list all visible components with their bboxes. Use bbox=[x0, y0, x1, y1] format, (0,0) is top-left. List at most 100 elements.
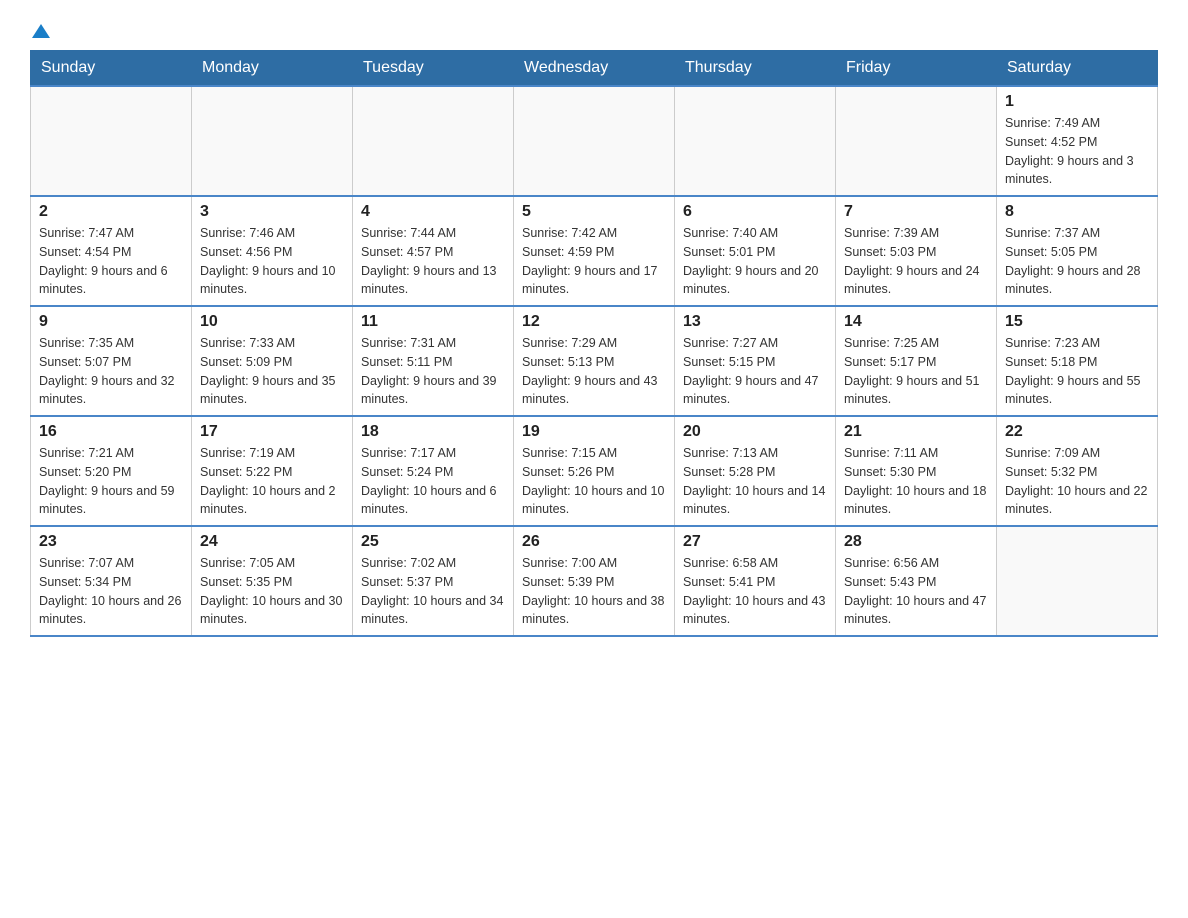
day-info-line: Sunset: 5:07 PM bbox=[39, 353, 183, 372]
day-info-line: Daylight: 10 hours and 43 minutes. bbox=[683, 592, 827, 630]
day-info-line: Sunset: 5:26 PM bbox=[522, 463, 666, 482]
calendar-week-row: 16Sunrise: 7:21 AMSunset: 5:20 PMDayligh… bbox=[31, 416, 1158, 526]
day-info-line: Sunset: 5:35 PM bbox=[200, 573, 344, 592]
day-number: 16 bbox=[39, 423, 183, 441]
day-info-line: Sunrise: 7:17 AM bbox=[361, 444, 505, 463]
day-info-line: Daylight: 9 hours and 28 minutes. bbox=[1005, 262, 1149, 300]
day-number: 25 bbox=[361, 533, 505, 551]
day-info-line: Daylight: 10 hours and 18 minutes. bbox=[844, 482, 988, 520]
calendar-cell: 15Sunrise: 7:23 AMSunset: 5:18 PMDayligh… bbox=[997, 306, 1158, 416]
day-info-line: Sunrise: 7:29 AM bbox=[522, 334, 666, 353]
day-info-line: Sunset: 4:52 PM bbox=[1005, 133, 1149, 152]
day-info-line: Sunrise: 7:07 AM bbox=[39, 554, 183, 573]
day-info-line: Daylight: 9 hours and 55 minutes. bbox=[1005, 372, 1149, 410]
calendar-cell: 22Sunrise: 7:09 AMSunset: 5:32 PMDayligh… bbox=[997, 416, 1158, 526]
day-info-line: Daylight: 9 hours and 24 minutes. bbox=[844, 262, 988, 300]
day-info-line: Daylight: 9 hours and 13 minutes. bbox=[361, 262, 505, 300]
day-number: 22 bbox=[1005, 423, 1149, 441]
logo bbox=[30, 20, 50, 40]
day-info-line: Daylight: 10 hours and 30 minutes. bbox=[200, 592, 344, 630]
day-info-line: Sunset: 5:34 PM bbox=[39, 573, 183, 592]
calendar-cell: 24 Sunrise: 7:05 AMSunset: 5:35 PMDayligh… bbox=[192, 526, 353, 636]
day-info-line: Sunset: 5:22 PM bbox=[200, 463, 344, 482]
calendar-cell: 18 Sunrise: 7:17 AMSunset: 5:24 PMDayligh… bbox=[353, 416, 514, 526]
day-info-line: Sunset: 5:41 PM bbox=[683, 573, 827, 592]
day-info-line: Sunrise: 7:46 AM bbox=[200, 224, 344, 243]
day-info-line: Sunset: 4:57 PM bbox=[361, 243, 505, 262]
day-info-line: Daylight: 10 hours and 2 minutes. bbox=[200, 482, 344, 520]
calendar-cell: 1Sunrise: 7:49 AMSunset: 4:52 PMDaylight… bbox=[997, 86, 1158, 196]
day-info-line: Daylight: 9 hours and 17 minutes. bbox=[522, 262, 666, 300]
day-info-line: Daylight: 9 hours and 10 minutes. bbox=[200, 262, 344, 300]
calendar-cell bbox=[836, 86, 997, 196]
calendar-cell bbox=[31, 86, 192, 196]
calendar-header-saturday: Saturday bbox=[997, 51, 1158, 87]
day-info-line: Sunrise: 6:56 AM bbox=[844, 554, 988, 573]
calendar-cell: 11Sunrise: 7:31 AMSunset: 5:11 PMDayligh… bbox=[353, 306, 514, 416]
calendar-cell: 4Sunrise: 7:44 AMSunset: 4:57 PMDaylight… bbox=[353, 196, 514, 306]
calendar-cell: 26Sunrise: 7:00 AMSunset: 5:39 PMDayligh… bbox=[514, 526, 675, 636]
day-info-line: Sunset: 4:56 PM bbox=[200, 243, 344, 262]
calendar-header-row: SundayMondayTuesdayWednesdayThursdayFrid… bbox=[31, 51, 1158, 87]
day-info-line: Sunrise: 7:39 AM bbox=[844, 224, 988, 243]
day-info-line: Sunset: 5:24 PM bbox=[361, 463, 505, 482]
day-info-line: Sunrise: 7:19 AM bbox=[200, 444, 344, 463]
day-number: 14 bbox=[844, 313, 988, 331]
day-info-line: Sunset: 4:54 PM bbox=[39, 243, 183, 262]
day-number: 11 bbox=[361, 313, 505, 331]
day-info-line: Sunset: 5:05 PM bbox=[1005, 243, 1149, 262]
day-info-line: Sunset: 5:30 PM bbox=[844, 463, 988, 482]
day-info-line: Daylight: 9 hours and 6 minutes. bbox=[39, 262, 183, 300]
day-info-line: Sunrise: 6:58 AM bbox=[683, 554, 827, 573]
day-number: 8 bbox=[1005, 203, 1149, 221]
day-info-line: Sunrise: 7:05 AM bbox=[200, 554, 344, 573]
calendar-header-tuesday: Tuesday bbox=[353, 51, 514, 87]
day-info-line: Daylight: 10 hours and 38 minutes. bbox=[522, 592, 666, 630]
day-info-line: Sunset: 5:15 PM bbox=[683, 353, 827, 372]
day-number: 4 bbox=[361, 203, 505, 221]
calendar-cell bbox=[997, 526, 1158, 636]
day-number: 24 bbox=[200, 533, 344, 551]
day-number: 3 bbox=[200, 203, 344, 221]
calendar-cell: 7Sunrise: 7:39 AMSunset: 5:03 PMDaylight… bbox=[836, 196, 997, 306]
day-number: 18 bbox=[361, 423, 505, 441]
calendar-cell: 27Sunrise: 6:58 AMSunset: 5:41 PMDayligh… bbox=[675, 526, 836, 636]
day-info-line: Daylight: 9 hours and 51 minutes. bbox=[844, 372, 988, 410]
day-info-line: Sunset: 4:59 PM bbox=[522, 243, 666, 262]
page-header bbox=[30, 20, 1158, 40]
day-info-line: Daylight: 9 hours and 3 minutes. bbox=[1005, 152, 1149, 190]
day-info-line: Sunrise: 7:15 AM bbox=[522, 444, 666, 463]
day-info-line: Sunrise: 7:27 AM bbox=[683, 334, 827, 353]
calendar-header-sunday: Sunday bbox=[31, 51, 192, 87]
calendar-cell: 25Sunrise: 7:02 AMSunset: 5:37 PMDayligh… bbox=[353, 526, 514, 636]
calendar-cell: 8 Sunrise: 7:37 AMSunset: 5:05 PMDaylight… bbox=[997, 196, 1158, 306]
calendar-cell: 19Sunrise: 7:15 AMSunset: 5:26 PMDayligh… bbox=[514, 416, 675, 526]
day-info-line: Sunrise: 7:21 AM bbox=[39, 444, 183, 463]
day-number: 5 bbox=[522, 203, 666, 221]
day-info-line: Sunrise: 7:09 AM bbox=[1005, 444, 1149, 463]
day-number: 21 bbox=[844, 423, 988, 441]
calendar-cell: 28Sunrise: 6:56 AMSunset: 5:43 PMDayligh… bbox=[836, 526, 997, 636]
day-info-line: Daylight: 9 hours and 35 minutes. bbox=[200, 372, 344, 410]
day-number: 26 bbox=[522, 533, 666, 551]
day-info-line: Daylight: 9 hours and 32 minutes. bbox=[39, 372, 183, 410]
day-number: 17 bbox=[200, 423, 344, 441]
day-info-line: Sunset: 5:03 PM bbox=[844, 243, 988, 262]
day-number: 2 bbox=[39, 203, 183, 221]
day-info-line: Daylight: 10 hours and 22 minutes. bbox=[1005, 482, 1149, 520]
calendar-table: SundayMondayTuesdayWednesdayThursdayFrid… bbox=[30, 50, 1158, 637]
calendar-cell bbox=[353, 86, 514, 196]
day-number: 15 bbox=[1005, 313, 1149, 331]
day-info-line: Sunrise: 7:37 AM bbox=[1005, 224, 1149, 243]
calendar-cell: 13Sunrise: 7:27 AMSunset: 5:15 PMDayligh… bbox=[675, 306, 836, 416]
calendar-week-row: 1Sunrise: 7:49 AMSunset: 4:52 PMDaylight… bbox=[31, 86, 1158, 196]
calendar-cell: 21Sunrise: 7:11 AMSunset: 5:30 PMDayligh… bbox=[836, 416, 997, 526]
calendar-week-row: 23Sunrise: 7:07 AMSunset: 5:34 PMDayligh… bbox=[31, 526, 1158, 636]
day-info-line: Daylight: 9 hours and 59 minutes. bbox=[39, 482, 183, 520]
day-info-line: Sunset: 5:39 PM bbox=[522, 573, 666, 592]
calendar-header-friday: Friday bbox=[836, 51, 997, 87]
day-info-line: Sunrise: 7:42 AM bbox=[522, 224, 666, 243]
day-info-line: Daylight: 10 hours and 10 minutes. bbox=[522, 482, 666, 520]
calendar-cell: 9Sunrise: 7:35 AMSunset: 5:07 PMDaylight… bbox=[31, 306, 192, 416]
day-info-line: Daylight: 10 hours and 6 minutes. bbox=[361, 482, 505, 520]
